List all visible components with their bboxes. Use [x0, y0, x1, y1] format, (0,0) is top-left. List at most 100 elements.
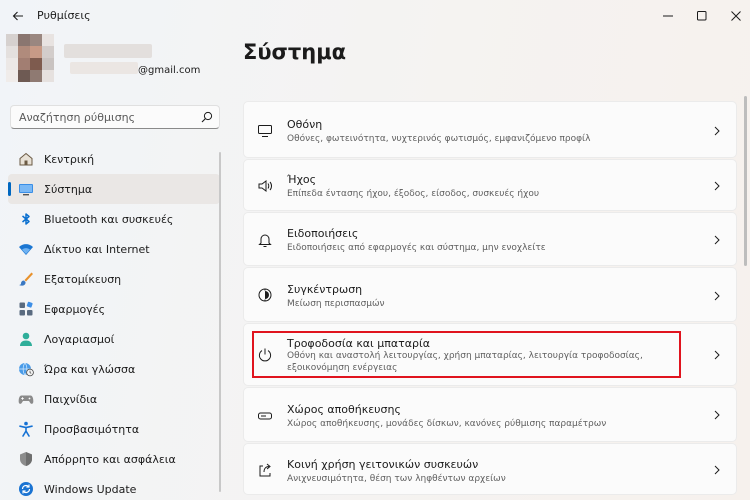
- sidebar-item-label: Απόρρητο και ασφάλεια: [44, 452, 176, 466]
- system-icon: [19, 184, 33, 196]
- close-button[interactable]: [724, 4, 748, 28]
- settings-card-power-battery[interactable]: Τροφοδοσία και μπαταρία Οθόνη και αναστο…: [243, 323, 737, 386]
- chevron-right-icon: [714, 126, 720, 136]
- card-subtitle: Ανιχνευσιμότητα, θέση των ληφθέντων αρχε…: [287, 474, 506, 484]
- avatar-pixel: [6, 34, 18, 46]
- sidebar-item-gaming[interactable]: Παιχνίδια: [8, 384, 220, 414]
- chevron-right-icon: [714, 181, 720, 191]
- maximize-button[interactable]: [690, 4, 714, 28]
- card-title: Ειδοποιήσεις: [287, 227, 359, 240]
- home-icon: [19, 152, 33, 166]
- minimize-button[interactable]: [656, 4, 680, 28]
- card-subtitle: Μείωση περισπασμών: [287, 299, 385, 309]
- card-subtitle: Επίπεδα έντασης ήχου, έξοδος, είσοδος, σ…: [287, 189, 540, 199]
- speaker-icon: [258, 180, 272, 192]
- back-button[interactable]: [8, 6, 28, 26]
- sidebar-item-label: Δίκτυο και Internet: [44, 242, 150, 256]
- brush-icon: [19, 272, 33, 286]
- share-icon: [259, 463, 271, 477]
- settings-card-focus[interactable]: Συγκέντρωση Μείωση περισπασμών: [243, 267, 737, 322]
- sidebar-item-label: Σύστημα: [44, 182, 93, 196]
- sidebar-item-windows-update[interactable]: Windows Update: [8, 474, 220, 500]
- avatar-pixel: [6, 46, 18, 58]
- card-subtitle: Ειδοποιήσεις από εφαρμογές και σύστημα, …: [287, 243, 546, 253]
- shield-icon: [20, 452, 32, 466]
- main-scrollbar[interactable]: [744, 96, 747, 266]
- minimize-icon: [663, 15, 673, 17]
- focus-icon: [258, 288, 272, 302]
- settings-card-display[interactable]: Οθόνη Οθόνες, φωτεινότητα, νυχτερινός φω…: [243, 101, 737, 158]
- sidebar-item-system[interactable]: Σύστημα: [8, 174, 220, 204]
- avatar-pixel: [18, 46, 30, 58]
- sidebar-item-personalization[interactable]: Εξατομίκευση: [8, 264, 220, 294]
- card-subtitle: Οθόνες, φωτεινότητα, νυχτερινός φωτισμός…: [287, 134, 591, 144]
- sidebar-item-accessibility[interactable]: Προσβασιμότητα: [8, 414, 220, 444]
- sidebar-item-accounts[interactable]: Λογαριασμοί: [8, 324, 220, 354]
- sidebar-item-home[interactable]: Κεντρική: [8, 144, 220, 174]
- page-title: Σύστημα: [243, 40, 347, 64]
- settings-card-storage[interactable]: Χώρος αποθήκευσης Χώρος αποθήκευσης, μον…: [243, 387, 737, 442]
- email-redacted: [70, 62, 138, 74]
- search-input[interactable]: Αναζήτηση ρύθμισης: [10, 105, 220, 129]
- wifi-icon: [19, 244, 33, 255]
- avatar[interactable]: [6, 34, 54, 82]
- storage-icon: [258, 412, 272, 420]
- maximize-icon: [697, 11, 707, 21]
- avatar-pixel: [30, 70, 42, 82]
- sidebar-item-label: Παιχνίδια: [44, 392, 98, 406]
- sidebar-item-label: Bluetooth και συσκευές: [44, 212, 174, 226]
- avatar-pixel: [18, 70, 30, 82]
- avatar-pixel: [6, 58, 18, 70]
- apps-icon: [19, 301, 33, 316]
- avatar-pixel: [42, 46, 54, 58]
- close-icon: [731, 11, 741, 21]
- sidebar-item-time-language[interactable]: Ώρα και γλώσσα: [8, 354, 220, 384]
- account-email: @gmail.com: [138, 65, 201, 76]
- display-icon: [258, 125, 272, 137]
- avatar-pixel: [30, 46, 42, 58]
- username-redacted: [64, 44, 152, 58]
- sidebar-item-apps[interactable]: Εφαρμογές: [8, 294, 220, 324]
- chevron-right-icon: [714, 235, 720, 245]
- globe-clock-icon: [19, 362, 34, 377]
- avatar-pixel: [30, 34, 42, 46]
- card-title: Κοινή χρήση γειτονικών συσκευών: [287, 458, 479, 471]
- sidebar-item-label: Εφαρμογές: [44, 302, 106, 316]
- chevron-right-icon: [714, 465, 720, 475]
- avatar-pixel: [18, 58, 30, 70]
- settings-card-sound[interactable]: Ήχος Επίπεδα έντασης ήχου, έξοδος, είσοδ…: [243, 159, 737, 211]
- card-title: Συγκέντρωση: [287, 283, 363, 296]
- avatar-pixel: [18, 34, 30, 46]
- avatar-pixel: [30, 58, 42, 70]
- chevron-right-icon: [714, 410, 720, 420]
- card-title: Ήχος: [287, 173, 317, 186]
- back-arrow-icon: [12, 11, 23, 21]
- bell-icon: [258, 234, 272, 247]
- card-subtitle: Χώρος αποθήκευσης, μονάδες δίσκων, κανόν…: [287, 419, 607, 429]
- sidebar-item-bluetooth[interactable]: Bluetooth και συσκευές: [8, 204, 220, 234]
- sidebar-item-network[interactable]: Δίκτυο και Internet: [8, 234, 220, 264]
- chevron-right-icon: [714, 350, 720, 360]
- sidebar-item-label: Κεντρική: [44, 152, 95, 166]
- search-placeholder: Αναζήτηση ρύθμισης: [19, 111, 136, 124]
- sidebar-item-label: Λογαριασμοί: [44, 332, 115, 346]
- app-title: Ρυθμίσεις: [37, 9, 91, 22]
- avatar-pixel: [6, 70, 18, 82]
- title-bar: Ρυθμίσεις: [0, 0, 750, 32]
- avatar-pixel: [42, 34, 54, 46]
- sidebar-item-label: Windows Update: [44, 482, 137, 496]
- settings-card-notifications[interactable]: Ειδοποιήσεις Ειδοποιήσεις από εφαρμογές …: [243, 212, 737, 266]
- update-icon: [19, 482, 33, 496]
- sidebar-item-label: Εξατομίκευση: [44, 272, 122, 286]
- card-title: Οθόνη: [287, 118, 323, 131]
- search-icon[interactable]: [201, 111, 213, 123]
- avatar-pixel: [42, 70, 54, 82]
- sidebar-item-privacy[interactable]: Απόρρητο και ασφάλεια: [8, 444, 220, 474]
- bluetooth-icon: [22, 213, 30, 225]
- sidebar-scrollbar[interactable]: [219, 152, 221, 492]
- card-title: Τροφοδοσία και μπαταρία: [287, 337, 430, 350]
- settings-card-nearby-sharing[interactable]: Κοινή χρήση γειτονικών συσκευών Ανιχνευσ…: [243, 443, 737, 495]
- power-icon: [258, 348, 272, 362]
- accessibility-icon: [19, 421, 33, 437]
- sidebar-item-label: Προσβασιμότητα: [44, 422, 140, 436]
